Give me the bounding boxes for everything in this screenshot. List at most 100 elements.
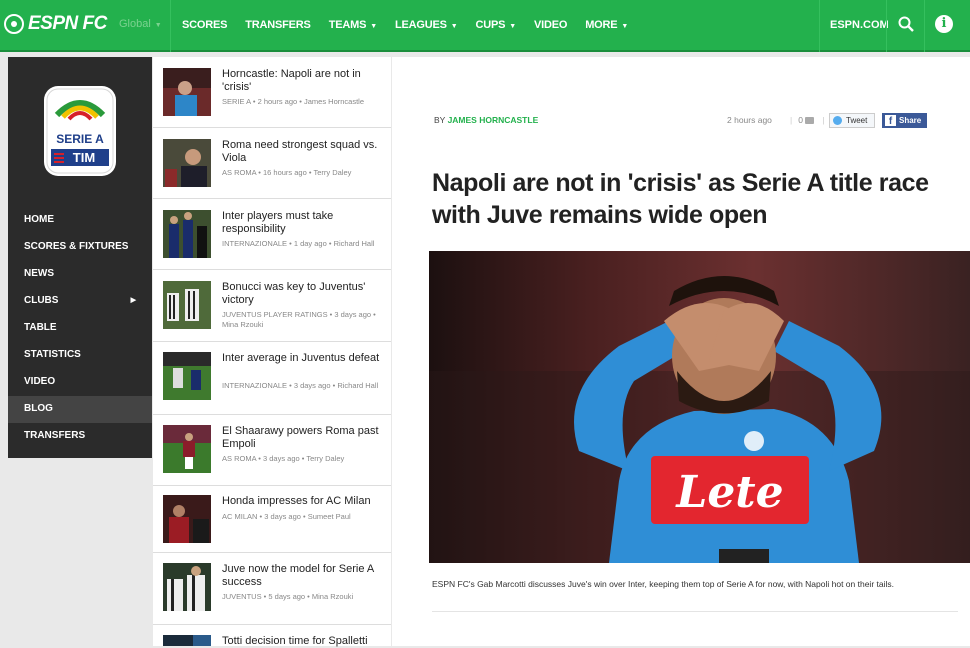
byline-prefix: BY xyxy=(434,115,446,125)
nav-divider xyxy=(924,0,925,52)
nav-link-leagues[interactable]: LEAGUES ▼ xyxy=(395,19,458,31)
info-icon[interactable]: i xyxy=(935,15,953,33)
logo-text: ESPN FC xyxy=(28,13,107,34)
feed-item[interactable]: Juve now the model for Serie A success J… xyxy=(153,553,391,625)
feed-item-time: 16 hours ago xyxy=(262,168,307,177)
feed-item-meta: JUVENTUS • 5 days ago • Mina Rzouki xyxy=(222,592,354,601)
feed-item-time: 3 days ago xyxy=(262,454,300,463)
sidebar-item-table[interactable]: TABLE xyxy=(8,315,152,342)
sidebar-item-home[interactable]: HOME xyxy=(8,207,152,234)
espn-com-link[interactable]: ESPN.COM xyxy=(830,19,889,31)
feed-item-time: 1 day ago xyxy=(293,239,327,248)
story-thumbnail xyxy=(163,281,211,329)
feed-item-meta: INTERNAZIONALE • 1 day ago • Richard Hal… xyxy=(222,239,375,248)
feed-item-time: 3 days ago xyxy=(334,310,372,319)
chevron-down-icon: ▼ xyxy=(509,23,516,30)
feed-item-tag: INTERNAZIONALE xyxy=(222,381,288,390)
feed-item-meta: INTERNAZIONALE • 3 days ago • Richard Ha… xyxy=(222,381,379,390)
feed-item-tag: AS ROMA xyxy=(222,168,257,177)
feed-item[interactable]: Totti decision time for Spalletti xyxy=(153,625,391,647)
story-thumbnail xyxy=(163,139,211,187)
nav-link-cups[interactable]: CUPS ▼ xyxy=(475,19,516,31)
sidebar-item-transfers[interactable]: TRANSFERS xyxy=(8,423,152,450)
feed-item[interactable]: El Shaarawy powers Roma past Empoli AS R… xyxy=(153,415,391,486)
nav-link-scores[interactable]: SCORES xyxy=(182,19,227,31)
separator: | xyxy=(790,115,793,125)
feed-item-author: Mina Rzouki xyxy=(222,320,264,329)
chevron-down-icon: ▼ xyxy=(370,23,377,30)
nav-link-label: TEAMS xyxy=(328,19,367,31)
feed-item-title: Inter average in Juventus defeat xyxy=(222,352,380,364)
chevron-down-icon: ▼ xyxy=(450,23,458,30)
feed-item-author: Mina Rzouki xyxy=(311,592,354,601)
feed-item-author: James Horncastle xyxy=(304,97,365,106)
feed-item-meta: SERIE A • 2 hours ago • James Horncastle xyxy=(222,97,365,106)
facebook-share-button[interactable]: f Share xyxy=(882,113,927,128)
search-icon[interactable] xyxy=(898,16,914,32)
feed-item[interactable]: Roma need strongest squad vs. Viola AS R… xyxy=(153,128,391,199)
feed-item-author: Terry Daley xyxy=(306,454,345,463)
sidebar-menu: HOME SCORES & FIXTURES NEWS CLUBS ▶ TABLE… xyxy=(8,207,152,450)
related-stories-feed: Horncastle: Napoli are not in 'crisis' S… xyxy=(153,57,391,647)
feed-item[interactable]: Inter players must take responsibility I… xyxy=(153,199,391,270)
story-thumbnail xyxy=(163,425,211,473)
story-thumbnail xyxy=(163,68,211,116)
feed-item-tag: JUVENTUS xyxy=(222,592,262,601)
story-thumbnail xyxy=(163,495,211,543)
nav-link-label: LEAGUES xyxy=(394,19,447,31)
twitter-bird-icon xyxy=(833,116,842,125)
logo-serie-a-text: SERIE A xyxy=(56,132,104,146)
sidebar-item-video[interactable]: VIDEO xyxy=(8,369,152,396)
chevron-down-icon: ▼ xyxy=(621,23,629,30)
article-main: BY JAMES HORNCASTLE 2 hours ago | 0 | Twe… xyxy=(392,57,970,646)
feed-item-title: El Shaarawy powers Roma past Empoli xyxy=(222,425,379,450)
author-link[interactable]: JAMES HORNCASTLE xyxy=(448,115,539,125)
main-nav-links: SCORES TRANSFERS TEAMS ▼ LEAGUES ▼ CUPS ▼ V… xyxy=(182,19,646,31)
comment-bubble-icon xyxy=(805,117,815,124)
feed-item[interactable]: Bonucci was key to Juventus' victory JUV… xyxy=(153,270,391,342)
feed-item-title: Honda impresses for AC Milan xyxy=(222,495,371,507)
feed-item-meta: AC MILAN • 3 days ago • Sumeet Paul xyxy=(222,512,351,521)
nav-link-teams[interactable]: TEAMS ▼ xyxy=(329,19,377,31)
sidebar-item-blog[interactable]: BLOG xyxy=(8,396,152,423)
tweet-button[interactable]: Tweet xyxy=(829,113,875,128)
feed-item-meta: AS ROMA • 3 days ago • Terry Daley xyxy=(222,454,345,463)
feed-item-time: 3 days ago xyxy=(264,512,301,521)
feed-item[interactable]: Honda impresses for AC Milan AC MILAN • … xyxy=(153,486,391,553)
logo-tim-text: TIM xyxy=(73,150,95,165)
story-thumbnail xyxy=(163,635,211,646)
feed-item-meta: AS ROMA • 16 hours ago • Terry Daley xyxy=(222,168,352,177)
sidebar-item-news[interactable]: NEWS xyxy=(8,261,152,288)
edition-label: Global xyxy=(119,18,151,30)
feed-item-title: Horncastle: Napoli are not in 'crisis' xyxy=(222,68,361,93)
nav-link-transfers[interactable]: TRANSFERS xyxy=(245,19,311,31)
feed-item-tag: JUVENTUS PLAYER RATINGS xyxy=(222,310,328,319)
comment-count-value: 0 xyxy=(798,115,803,125)
sidebar-item-clubs[interactable]: CLUBS ▶ xyxy=(8,288,152,315)
edition-selector[interactable]: Global ▼ xyxy=(119,18,162,30)
chevron-down-icon: ▼ xyxy=(154,22,162,29)
comment-count[interactable]: | 0 | xyxy=(790,115,825,125)
feed-item-title: Inter players must take responsibility xyxy=(222,210,334,235)
feed-item-author: Richard Hall xyxy=(337,381,379,390)
serie-a-tim-logo[interactable]: SERIE A TIM xyxy=(43,85,117,177)
espn-fc-logo[interactable]: ESPN FC xyxy=(4,13,107,35)
nav-divider xyxy=(819,0,820,52)
nav-link-video[interactable]: VIDEO xyxy=(534,19,567,31)
story-thumbnail xyxy=(163,352,211,400)
feed-item-tag: AS ROMA xyxy=(222,454,257,463)
image-caption: ESPN FC's Gab Marcotti discusses Juve's … xyxy=(432,579,894,589)
feed-item[interactable]: Horncastle: Napoli are not in 'crisis' S… xyxy=(153,57,391,128)
feed-item-time: 3 days ago xyxy=(293,381,331,390)
feed-item[interactable]: Inter average in Juventus defeat INTERNA… xyxy=(153,342,391,415)
jersey-sponsor-text: Lete xyxy=(674,467,783,518)
sidebar-item-scores-fixtures[interactable]: SCORES & FIXTURES xyxy=(8,234,152,261)
hero-image[interactable]: Lete xyxy=(429,251,970,563)
nav-divider xyxy=(886,0,887,52)
facebook-icon: f xyxy=(885,115,896,127)
top-nav: ESPN FC Global ▼ SCORES TRANSFERS TEAMS ▼ … xyxy=(0,0,970,52)
nav-link-more[interactable]: MORE ▼ xyxy=(585,19,628,31)
separator: | xyxy=(822,115,825,125)
tweet-label: Tweet xyxy=(846,116,868,125)
sidebar-item-statistics[interactable]: STATISTICS xyxy=(8,342,152,369)
